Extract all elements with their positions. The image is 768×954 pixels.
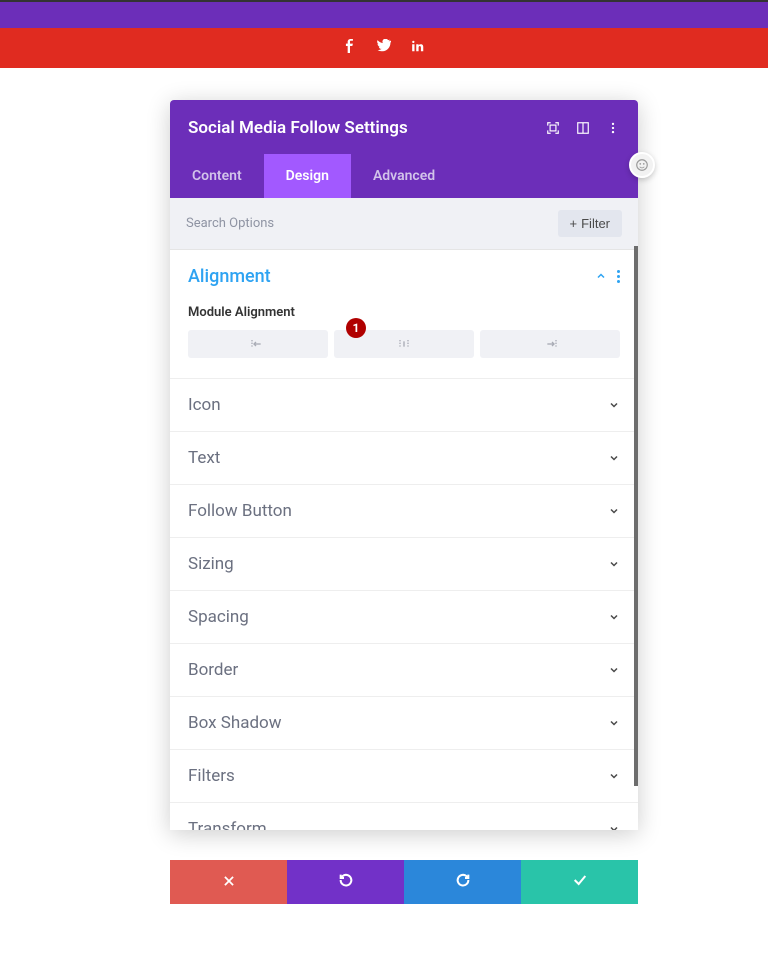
modal-title: Social Media Follow Settings — [188, 118, 408, 138]
section-title-box-shadow: Box Shadow — [188, 713, 282, 733]
cancel-button[interactable] — [170, 860, 287, 904]
search-input[interactable]: Search Options — [186, 216, 274, 231]
chevron-down-icon — [608, 714, 620, 733]
section-border[interactable]: Border — [170, 644, 638, 697]
tab-content[interactable]: Content — [170, 154, 264, 198]
filter-label: Filter — [581, 216, 610, 231]
section-box-shadow[interactable]: Box Shadow — [170, 697, 638, 750]
chevron-down-icon — [608, 449, 620, 468]
section-title-border: Border — [188, 660, 238, 680]
undo-icon — [338, 872, 354, 892]
module-alignment-label: Module Alignment — [188, 305, 620, 320]
settings-modal: Social Media Follow Settings Content Des… — [170, 100, 638, 830]
sections-container: Alignment Module Alignment — [170, 250, 638, 830]
modal-footer — [170, 860, 638, 904]
section-title-filters: Filters — [188, 766, 235, 786]
section-title-transform: Transform — [188, 819, 267, 830]
floating-action-icon[interactable] — [629, 152, 655, 178]
top-social-bar — [0, 28, 768, 68]
section-header-alignment[interactable]: Alignment — [188, 266, 620, 287]
tabs: Content Design Advanced — [170, 154, 638, 198]
section-title-alignment: Alignment — [188, 266, 271, 287]
chevron-down-icon — [608, 555, 620, 574]
alignment-buttons: 1 — [188, 330, 620, 358]
annotation-badge-1: 1 — [346, 318, 366, 338]
align-left-button[interactable] — [188, 330, 328, 358]
undo-button[interactable] — [287, 860, 404, 904]
section-text[interactable]: Text — [170, 432, 638, 485]
facebook-icon[interactable] — [343, 39, 357, 57]
expand-icon[interactable] — [546, 121, 560, 135]
chevron-down-icon — [608, 820, 620, 831]
section-follow-button[interactable]: Follow Button — [170, 485, 638, 538]
section-transform[interactable]: Transform — [170, 803, 638, 830]
save-button[interactable] — [521, 860, 638, 904]
chevron-up-icon[interactable] — [595, 267, 607, 286]
section-title-sizing: Sizing — [188, 554, 234, 574]
chevron-down-icon — [608, 608, 620, 627]
plus-icon: + — [570, 216, 578, 231]
chevron-down-icon — [608, 502, 620, 521]
section-icon[interactable]: Icon — [170, 379, 638, 432]
chevron-down-icon — [608, 396, 620, 415]
filter-button[interactable]: + Filter — [558, 210, 622, 237]
section-controls — [595, 267, 620, 286]
snap-icon[interactable] — [576, 121, 590, 135]
close-icon — [222, 873, 236, 892]
section-alignment: Alignment Module Alignment — [170, 250, 638, 379]
kebab-menu-icon[interactable] — [606, 121, 620, 135]
section-title-follow-button: Follow Button — [188, 501, 292, 521]
search-row: Search Options + Filter — [170, 198, 638, 250]
tab-design[interactable]: Design — [264, 154, 351, 198]
top-purple-bar — [0, 0, 768, 28]
check-icon — [572, 872, 588, 892]
section-title-icon: Icon — [188, 395, 221, 415]
section-spacing[interactable]: Spacing — [170, 591, 638, 644]
section-sizing[interactable]: Sizing — [170, 538, 638, 591]
section-title-spacing: Spacing — [188, 607, 249, 627]
modal-header: Social Media Follow Settings — [170, 100, 638, 154]
align-right-button[interactable] — [480, 330, 620, 358]
tab-advanced[interactable]: Advanced — [351, 154, 457, 198]
chevron-down-icon — [608, 661, 620, 680]
section-kebab-icon[interactable] — [617, 270, 620, 283]
section-filters[interactable]: Filters — [170, 750, 638, 803]
chevron-down-icon — [608, 767, 620, 786]
twitter-icon[interactable] — [377, 39, 391, 57]
scrollbar[interactable] — [634, 246, 638, 786]
redo-icon — [455, 872, 471, 892]
linkedin-icon[interactable] — [411, 39, 425, 57]
section-title-text: Text — [188, 448, 220, 468]
redo-button[interactable] — [404, 860, 521, 904]
modal-header-actions — [546, 121, 620, 135]
